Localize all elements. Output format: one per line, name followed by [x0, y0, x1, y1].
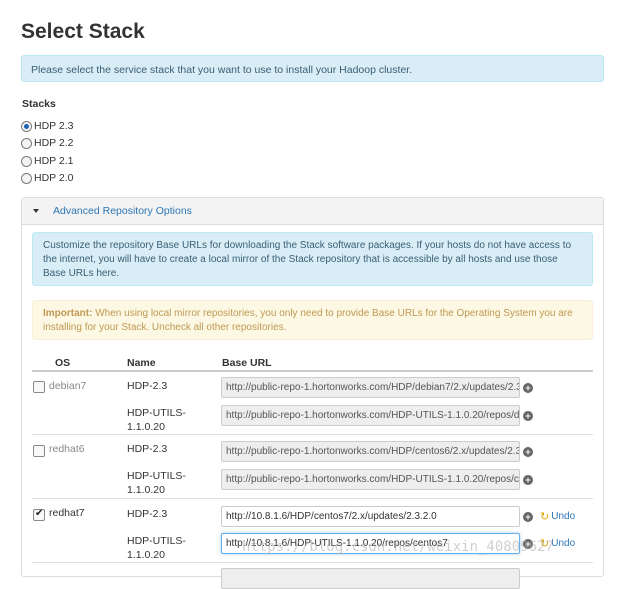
radio-button[interactable]	[21, 172, 32, 184]
os-label-redhat6: redhat6	[49, 443, 85, 455]
base-url-input[interactable]: http://10.8.1.6/HDP-UTILS-1.1.0.20/repos…	[221, 533, 520, 554]
os-label-redhat7: redhat7	[49, 507, 85, 519]
add-url-icon[interactable]: +	[523, 539, 533, 549]
table-header-divider	[32, 370, 593, 372]
repo-name: HDP-2.3	[127, 443, 168, 455]
stack-option-hdp-2-0[interactable]: HDP 2.0	[21, 171, 74, 185]
repo-name: HDP-2.3	[127, 508, 168, 520]
warning-alert: Important: When using local mirror repos…	[32, 300, 593, 340]
repo-name: HDP-UTILS-1.1.0.20	[127, 407, 186, 433]
undo-button[interactable]: ↻ Undo	[540, 510, 575, 523]
info-alert: Please select the service stack that you…	[21, 55, 604, 82]
row-divider	[32, 562, 593, 563]
add-url-icon[interactable]: +	[523, 475, 533, 485]
row-divider	[32, 498, 593, 499]
stack-option-label: HDP 2.1	[34, 155, 74, 167]
stacks-label: Stacks	[22, 98, 56, 110]
add-url-icon[interactable]: +	[523, 383, 533, 393]
stack-option-hdp-2-1[interactable]: HDP 2.1	[21, 154, 74, 168]
column-header-os: OS	[55, 357, 71, 369]
undo-label: Undo	[551, 538, 576, 549]
os-checkbox-redhat7[interactable]	[33, 508, 45, 521]
stack-option-label: HDP 2.3	[34, 120, 74, 132]
stack-option-label: HDP 2.2	[34, 137, 74, 149]
os-checkbox-debian7[interactable]	[33, 381, 45, 393]
column-header-base-url: Base URL	[222, 357, 272, 369]
radio-button[interactable]	[21, 137, 32, 149]
warning-text: When using local mirror repositories, yo…	[43, 308, 573, 333]
undo-button[interactable]: ↻ Undo	[540, 537, 575, 550]
base-url-input[interactable]: http://public-repo-1.hortonworks.com/HDP…	[221, 405, 520, 426]
stack-option-label: HDP 2.0	[34, 172, 74, 184]
customize-alert: Customize the repository Base URLs for d…	[32, 232, 593, 286]
undo-icon: ↻	[540, 538, 550, 550]
stack-option-hdp-2-2[interactable]: HDP 2.2	[21, 136, 74, 150]
base-url-input[interactable]: http://10.8.1.6/HDP/centos7/2.x/updates/…	[221, 506, 520, 527]
base-url-input[interactable]: http://public-repo-1.hortonworks.com/HDP…	[221, 469, 520, 490]
repo-name: HDP-2.3	[127, 380, 168, 392]
advanced-repository-panel: Advanced Repository Options Customize th…	[21, 197, 604, 589]
column-header-name: Name	[127, 357, 156, 369]
advanced-repository-title[interactable]: Advanced Repository Options	[53, 205, 192, 217]
repo-name: HDP-UTILS-1.1.0.20	[127, 470, 186, 496]
base-url-input[interactable]	[221, 568, 520, 589]
page-title: Select Stack	[21, 20, 145, 43]
os-checkbox-redhat6[interactable]	[33, 445, 45, 457]
row-divider	[32, 434, 593, 435]
warning-strong: Important:	[43, 308, 93, 319]
radio-button[interactable]	[21, 120, 32, 132]
os-label-debian7: debian7	[49, 380, 87, 392]
base-url-input[interactable]: http://public-repo-1.hortonworks.com/HDP…	[221, 377, 520, 398]
base-url-input[interactable]: http://public-repo-1.hortonworks.com/HDP…	[221, 441, 520, 462]
advanced-repository-toggle[interactable]: Advanced Repository Options	[22, 198, 603, 225]
add-url-icon[interactable]: +	[523, 512, 533, 522]
undo-icon: ↻	[540, 511, 550, 523]
undo-label: Undo	[551, 511, 576, 522]
stack-option-hdp-2-3[interactable]: HDP 2.3	[21, 119, 74, 133]
radio-button[interactable]	[21, 155, 32, 167]
repo-name: HDP-UTILS-1.1.0.20	[127, 535, 186, 561]
add-url-icon[interactable]: +	[523, 447, 533, 457]
add-url-icon[interactable]: +	[523, 411, 533, 421]
caret-down-icon	[33, 209, 39, 213]
